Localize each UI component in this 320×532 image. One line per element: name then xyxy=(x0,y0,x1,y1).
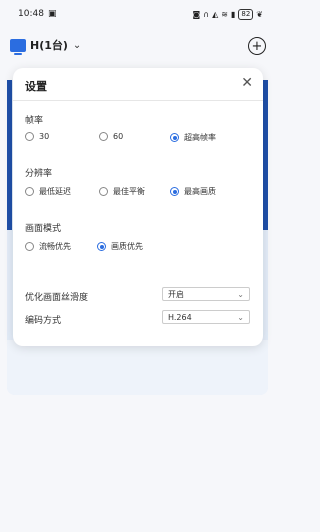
radio-icon xyxy=(25,187,34,196)
encoding-value: H.264 xyxy=(168,312,192,322)
cast-icon: ▣ xyxy=(47,9,57,19)
leaf-icon: ❦ xyxy=(256,9,263,19)
radio-icon xyxy=(99,132,108,141)
radio-selected-icon xyxy=(170,133,179,142)
chevron-down-icon: ⌄ xyxy=(237,289,244,299)
picture-mode-option-smooth[interactable]: 流畅优先 xyxy=(25,241,71,252)
status-bar: 10:48 ▣ ◙ ∩ ◭ ≋ ▮ 82 ❦ xyxy=(0,0,275,28)
headset-icon: ∩ xyxy=(203,9,210,19)
background-thumbnail-left xyxy=(7,80,12,230)
chevron-down-icon[interactable]: ⌄ xyxy=(73,40,81,51)
picture-mode-label: 画面模式 xyxy=(25,224,62,234)
settings-dialog: 设置 ✕ 帧率 30 60 超高帧率 分辨率 最低延迟 最佳平衡 最高画质 画面… xyxy=(13,68,263,346)
background-card xyxy=(7,340,268,395)
signal-icon: ▮ xyxy=(230,9,236,19)
resolution-option-balanced[interactable]: 最佳平衡 xyxy=(99,186,145,197)
resolution-option-best-quality[interactable]: 最高画质 xyxy=(170,186,216,197)
wifi-icon: ≋ xyxy=(221,9,228,19)
device-selector-label[interactable]: H(1台) xyxy=(30,37,68,53)
smoothness-value: 开启 xyxy=(168,289,184,299)
clock: 10:48 xyxy=(18,9,44,19)
frame-rate-option-30[interactable]: 30 xyxy=(25,132,49,141)
plus-icon: + xyxy=(251,38,263,54)
mute-icon: ◭ xyxy=(212,9,219,19)
notification-icon: ◙ xyxy=(192,9,201,19)
frame-rate-option-60[interactable]: 60 xyxy=(99,132,123,141)
background-thumbnail-right xyxy=(263,80,268,230)
battery-indicator: 82 xyxy=(238,8,254,20)
frame-rate-label: 帧率 xyxy=(25,116,44,126)
dialog-title: 设置 xyxy=(25,80,47,93)
frame-rate-option-ultra[interactable]: 超高帧率 xyxy=(170,132,216,143)
radio-icon xyxy=(25,132,34,141)
top-bar: H(1台) ⌄ + xyxy=(0,30,275,60)
radio-selected-icon xyxy=(170,187,179,196)
radio-icon xyxy=(99,187,108,196)
divider xyxy=(13,100,263,101)
monitor-icon xyxy=(10,38,26,55)
radio-selected-icon xyxy=(97,242,106,251)
encoding-label: 编码方式 xyxy=(25,316,62,326)
add-device-button[interactable]: + xyxy=(248,37,266,55)
smoothness-label: 优化画面丝滑度 xyxy=(25,293,89,303)
smoothness-select[interactable]: 开启 ⌄ xyxy=(162,287,250,301)
chevron-down-icon: ⌄ xyxy=(237,312,244,322)
encoding-select[interactable]: H.264 ⌄ xyxy=(162,310,250,324)
radio-icon xyxy=(25,242,34,251)
resolution-label: 分辨率 xyxy=(25,169,53,179)
picture-mode-option-quality[interactable]: 画质优先 xyxy=(97,241,143,252)
close-icon[interactable]: ✕ xyxy=(241,75,253,91)
resolution-option-low-latency[interactable]: 最低延迟 xyxy=(25,186,71,197)
